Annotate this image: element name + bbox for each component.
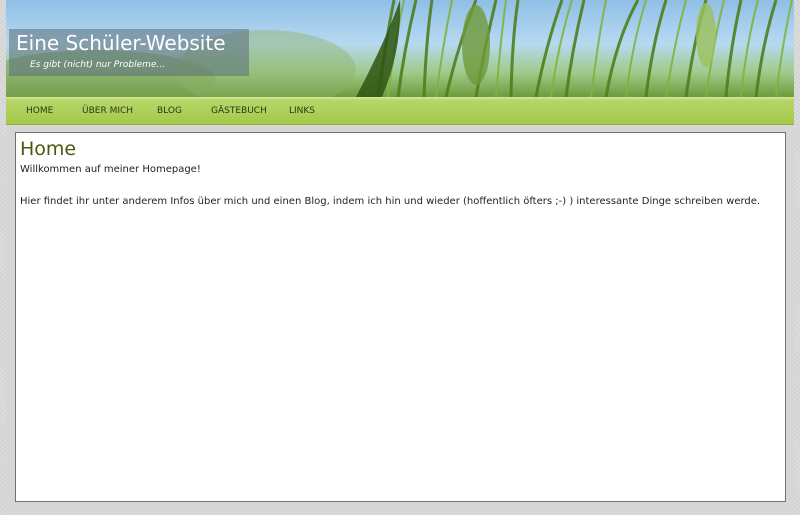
page-wrapper: Eine Schüler-Website Es gibt (nicht) nur… — [6, 0, 794, 515]
intro-text: Hier findet ihr unter anderem Infos über… — [20, 196, 761, 207]
nav-link-ueber-mich[interactable]: ÜBER MICH — [82, 106, 133, 116]
header-banner: Eine Schüler-Website Es gibt (nicht) nur… — [6, 0, 794, 97]
site-title: Eine Schüler-Website — [16, 31, 226, 55]
title-box: Eine Schüler-Website Es gibt (nicht) nur… — [9, 29, 249, 76]
content-panel: Home Willkommen auf meiner Homepage! Hie… — [15, 132, 786, 502]
nav-link-home[interactable]: HOME — [26, 106, 53, 116]
welcome-text: Willkommen auf meiner Homepage! — [20, 164, 201, 175]
nav-link-links[interactable]: LINKS — [289, 106, 315, 116]
site-subtitle: Es gibt (nicht) nur Probleme... — [30, 60, 166, 70]
page-heading: Home — [20, 138, 77, 160]
main-navigation: HOME ÜBER MICH BLOG GÄSTEBUCH LINKS — [6, 97, 794, 125]
nav-link-gaestebuch[interactable]: GÄSTEBUCH — [211, 106, 267, 116]
nav-link-blog[interactable]: BLOG — [157, 106, 182, 116]
